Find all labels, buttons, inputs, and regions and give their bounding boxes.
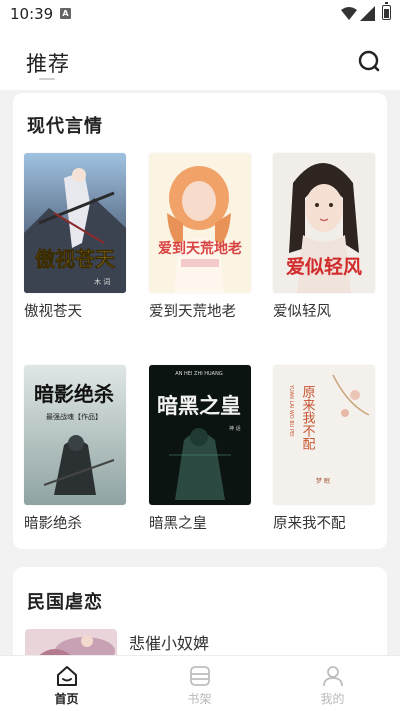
book-cover[interactable]: 爱似轻风	[273, 153, 375, 293]
search-icon[interactable]	[356, 48, 382, 74]
wifi-icon	[341, 7, 357, 20]
bottom-tab-bar: 首页 书架 我的	[0, 655, 400, 711]
tab-bookshelf[interactable]: 书架	[133, 656, 266, 711]
tab-profile[interactable]: 我的	[266, 656, 399, 711]
book-cover[interactable]: 暗影绝杀 最强战魂【作品】	[24, 365, 126, 505]
battery-icon	[382, 2, 391, 20]
cellular-icon	[360, 6, 375, 21]
tab-label: 书架	[187, 692, 212, 706]
home-icon	[57, 666, 77, 686]
status-bar: 10:39 A	[0, 0, 400, 28]
book-cover[interactable]: 原来我不配 YUAN LAI WO BU PEI 梦 眠	[273, 365, 375, 505]
section-card-modern-romance: 现代言情 傲视苍天 木 词 傲视苍天 爱到天荒地老 爱到天荒地老 爱似轻风 爱似…	[13, 93, 387, 549]
tab-home[interactable]: 首页	[0, 656, 133, 711]
cover-title: 原来我不配	[300, 385, 316, 450]
svg-text:最强战魂【作品】: 最强战魂【作品】	[46, 412, 102, 421]
book-item[interactable]: 爱似轻风 爱似轻风	[273, 153, 377, 324]
svg-text:神 话: 神 话	[229, 425, 241, 432]
svg-text:AN HEI ZHI HUANG: AN HEI ZHI HUANG	[175, 371, 223, 377]
page-title: 推荐	[26, 52, 70, 76]
section-title: 民国虐恋	[27, 592, 103, 613]
svg-text:梦 眠: 梦 眠	[316, 477, 330, 485]
book-item[interactable]: 傲视苍天 木 词 傲视苍天	[24, 153, 128, 324]
tab-label: 首页	[54, 692, 79, 706]
cover-title: 爱到天荒地老	[158, 240, 242, 257]
book-title[interactable]: 爱似轻风	[273, 300, 369, 324]
book-title[interactable]: 爱到天荒地老	[149, 300, 245, 324]
title-underline	[39, 78, 55, 80]
status-time: 10:39	[10, 5, 54, 23]
svg-text:木 词: 木 词	[94, 277, 110, 286]
svg-text:YUAN LAI WO BU PEI: YUAN LAI WO BU PEI	[288, 384, 294, 437]
book-item[interactable]: 原来我不配 YUAN LAI WO BU PEI 梦 眠 原来我不配	[273, 365, 377, 536]
profile-icon	[323, 666, 343, 687]
book-title[interactable]: 傲视苍天	[24, 300, 120, 324]
header: 推荐	[0, 28, 400, 90]
book-cover[interactable]: 爱到天荒地老	[149, 153, 251, 293]
section-title: 现代言情	[27, 116, 103, 137]
book-title[interactable]: 暗影绝杀	[24, 512, 120, 536]
bookshelf-icon	[190, 666, 210, 686]
list-item-title[interactable]: 悲催小奴婢	[129, 630, 209, 654]
tab-label: 我的	[320, 692, 345, 706]
book-item[interactable]: 暗影绝杀 最强战魂【作品】 暗影绝杀	[24, 365, 128, 536]
cover-title: 暗影绝杀	[34, 382, 114, 406]
cover-title: 傲视苍天	[35, 247, 116, 271]
book-cover[interactable]: AN HEI ZHI HUANG 暗黑之皇 神 话	[149, 365, 251, 505]
cover-title: 爱似轻风	[286, 255, 362, 278]
book-title[interactable]: 原来我不配	[273, 512, 369, 536]
cover-title: 暗黑之皇	[157, 394, 241, 418]
book-title[interactable]: 暗黑之皇	[149, 512, 245, 536]
notification-icon: A	[60, 8, 71, 19]
book-cover[interactable]: 傲视苍天 木 词	[24, 153, 126, 293]
book-item[interactable]: AN HEI ZHI HUANG 暗黑之皇 神 话 暗黑之皇	[149, 365, 253, 536]
book-item[interactable]: 爱到天荒地老 爱到天荒地老	[149, 153, 253, 324]
